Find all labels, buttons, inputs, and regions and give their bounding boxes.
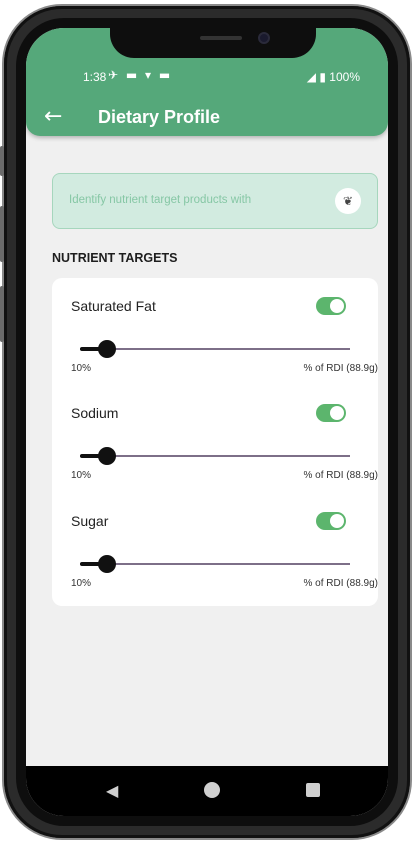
status-battery: ◢ ▮ 100% bbox=[306, 70, 360, 84]
toggle-knob bbox=[330, 299, 344, 313]
back-arrow-icon[interactable]: ← bbox=[44, 106, 62, 128]
status-notification-icons: ✈ ▬ ▾ ▬ bbox=[108, 68, 173, 82]
system-nav-bar: ◀ bbox=[26, 766, 388, 816]
sodium-toggle[interactable] bbox=[316, 404, 346, 422]
nutrient-targets-card: Saturated Fat 10% % of RDI (88.9g) Sodiu… bbox=[52, 278, 378, 606]
target-rdi: % of RDI (88.9g) bbox=[303, 470, 378, 481]
target-value: 10% bbox=[71, 578, 92, 589]
slider-track bbox=[80, 563, 350, 565]
saturated-fat-toggle[interactable] bbox=[316, 297, 346, 315]
target-saturated-fat: Saturated Fat 10% % of RDI (88.9g) bbox=[52, 278, 378, 386]
toggle-knob bbox=[330, 406, 344, 420]
status-time: 1:38 bbox=[83, 70, 107, 84]
section-title: NUTRIENT TARGETS bbox=[52, 251, 178, 265]
phone-frame: 1:38 ✈ ▬ ▾ ▬ ◢ ▮ 100% ← Dietary Profile … bbox=[0, 6, 410, 838]
nav-back-icon[interactable]: ◀ bbox=[106, 781, 118, 800]
side-button bbox=[0, 286, 4, 342]
saturated-fat-slider[interactable] bbox=[80, 340, 350, 358]
target-label: Sodium bbox=[71, 405, 119, 421]
speaker bbox=[200, 36, 242, 40]
side-button bbox=[0, 206, 4, 262]
banner-text: Identify nutrient target products with bbox=[69, 194, 252, 206]
phone-bezel: 1:38 ✈ ▬ ▾ ▬ ◢ ▮ 100% ← Dietary Profile … bbox=[16, 18, 398, 826]
slider-track bbox=[80, 455, 350, 457]
target-rdi: % of RDI (88.9g) bbox=[303, 363, 378, 374]
slider-thumb[interactable] bbox=[98, 555, 116, 573]
wheat-icon[interactable]: ❦ bbox=[335, 188, 361, 214]
target-value: 10% bbox=[71, 470, 92, 481]
page-title: Dietary Profile bbox=[98, 107, 221, 127]
sugar-toggle[interactable] bbox=[316, 512, 346, 530]
screen: 1:38 ✈ ▬ ▾ ▬ ◢ ▮ 100% ← Dietary Profile … bbox=[26, 28, 388, 816]
nutrient-target-banner[interactable]: Identify nutrient target products with ❦ bbox=[52, 173, 378, 229]
sodium-slider[interactable] bbox=[80, 447, 350, 465]
target-sodium: Sodium 10% % of RDI (88.9g) bbox=[52, 385, 378, 493]
target-rdi: % of RDI (88.9g) bbox=[303, 578, 378, 589]
target-label: Saturated Fat bbox=[71, 298, 156, 314]
nav-recents-icon[interactable] bbox=[306, 783, 320, 797]
notch bbox=[110, 28, 316, 58]
slider-thumb[interactable] bbox=[98, 340, 116, 358]
target-value: 10% bbox=[71, 363, 92, 374]
nav-home-icon[interactable] bbox=[204, 782, 220, 798]
slider-track bbox=[80, 348, 350, 350]
target-sugar: Sugar 10% % of RDI (88.9g) bbox=[52, 493, 378, 601]
sugar-slider[interactable] bbox=[80, 555, 350, 573]
toggle-knob bbox=[330, 514, 344, 528]
slider-thumb[interactable] bbox=[98, 447, 116, 465]
camera bbox=[258, 32, 270, 44]
target-label: Sugar bbox=[71, 513, 109, 529]
side-button bbox=[0, 146, 4, 176]
